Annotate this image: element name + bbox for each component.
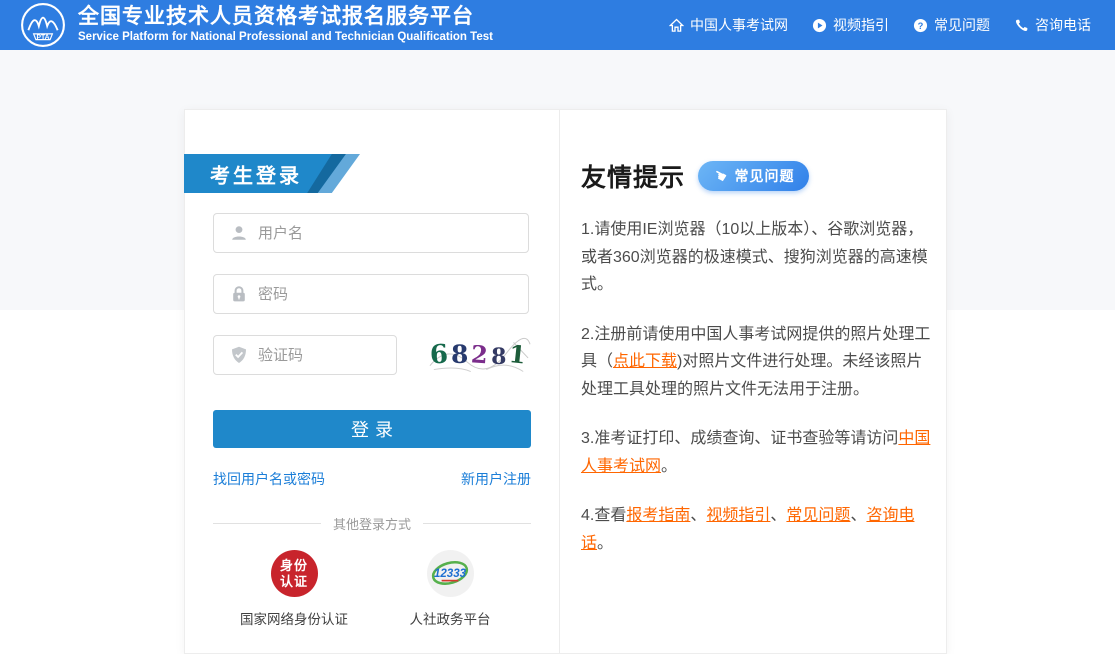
tip-text: 、 xyxy=(850,507,866,524)
tip-text: 、 xyxy=(770,507,786,524)
tip-item-4: 4.查看报考指南、视频指引、常见问题、咨询电话。 xyxy=(581,502,933,557)
register-link[interactable]: 新用户注册 xyxy=(461,469,531,489)
nav-item-label: 常见问题 xyxy=(934,15,990,35)
nav-item-label: 咨询电话 xyxy=(1035,15,1091,35)
nav-item-cpta-site[interactable]: 中国人事考试网 xyxy=(669,15,788,35)
lock-icon xyxy=(229,284,249,304)
divider-line xyxy=(213,523,321,524)
identity-auth-badge[interactable]: 身份 认证 xyxy=(271,550,318,597)
play-icon xyxy=(812,18,827,33)
tip-item-2: 2.注册前请使用中国人事考试网提供的照片处理工具（点此下载)对照片文件进行处理。… xyxy=(581,321,933,404)
tip-item-3: 3.准考证打印、成绩查询、证书查验等请访问中国人事考试网。 xyxy=(581,425,933,480)
badge-12333-text: 12333 xyxy=(434,568,467,580)
tip-text: 。 xyxy=(597,535,613,552)
pta-logo-icon: PTA xyxy=(20,2,66,48)
tip-item-1: 1.请使用IE浏览器（10以上版本）、谷歌浏览器，或者360浏览器的极速模式、搜… xyxy=(581,216,933,299)
tips-panel: 友情提示 ☚ 常见问题 1.请使用IE浏览器（10以上版本）、谷歌浏览器，或者3… xyxy=(559,110,951,653)
user-icon xyxy=(229,223,249,243)
video-guide-link[interactable]: 视频指引 xyxy=(706,507,770,524)
phone-icon xyxy=(1014,18,1029,33)
top-nav: 中国人事考试网 视频指引 ? 常见问题 咨询电话 xyxy=(669,15,1091,35)
other-login-label: 其他登录方式 xyxy=(333,514,411,533)
forgot-credentials-link[interactable]: 找回用户名或密码 xyxy=(213,469,325,489)
captcha-digits: 6 8 2 8 1 xyxy=(430,342,529,368)
method-label: 人社政务平台 xyxy=(410,608,491,628)
login-banner-title: 考生登录 xyxy=(210,159,302,188)
tip-text: 、 xyxy=(690,507,706,524)
faq-pill-label: 常见问题 xyxy=(734,166,794,186)
logo-text: PTA xyxy=(36,34,49,41)
tip-text: 4.查看 xyxy=(581,507,626,524)
svg-text:?: ? xyxy=(918,20,924,30)
login-banner: 考生登录 xyxy=(184,154,360,193)
tip-text: 。 xyxy=(661,458,677,475)
login-links-row: 找回用户名或密码 新用户注册 xyxy=(213,469,531,489)
captcha-image[interactable]: 6 8 2 8 1 xyxy=(428,336,531,374)
faq-link[interactable]: 常见问题 xyxy=(786,507,850,524)
tip-text: 3.准考证打印、成绩查询、证书查验等请访问 xyxy=(581,430,898,447)
captcha-field-wrap xyxy=(213,335,397,375)
captcha-input[interactable] xyxy=(258,347,386,364)
nav-item-faq[interactable]: ? 常见问题 xyxy=(913,15,990,35)
password-field-wrap xyxy=(213,274,529,314)
captcha-digit: 1 xyxy=(508,342,530,368)
captcha-digit: 6 xyxy=(429,341,451,368)
badge-text-line: 身份 xyxy=(280,558,308,574)
other-login-divider: 其他登录方式 xyxy=(213,514,531,533)
method-national-id: 身份 认证 国家网络身份认证 xyxy=(224,550,364,628)
badge-text-line: 认证 xyxy=(280,574,308,590)
tip-text: 1.请使用IE浏览器（10以上版本）、谷歌浏览器，或者360浏览器的极速模式、搜… xyxy=(581,221,928,293)
badge-12333-icon[interactable]: 12333 xyxy=(427,550,474,597)
main-card: 考生登录 xyxy=(184,109,947,654)
divider-line xyxy=(423,523,531,524)
nav-item-hotline[interactable]: 咨询电话 xyxy=(1014,15,1091,35)
exam-guide-link[interactable]: 报考指南 xyxy=(626,507,690,524)
tips-title: 友情提示 xyxy=(581,158,685,194)
nav-item-label: 中国人事考试网 xyxy=(690,15,788,35)
nav-item-label: 视频指引 xyxy=(833,15,889,35)
download-photo-tool-link[interactable]: 点此下载 xyxy=(613,353,677,370)
captcha-row: 6 8 2 8 1 xyxy=(213,335,531,375)
shield-check-icon xyxy=(229,345,249,365)
page-subtitle: Service Platform for National Profession… xyxy=(78,31,493,45)
page-title: 全国专业技术人员资格考试报名服务平台 xyxy=(78,5,493,30)
other-login-methods: 身份 认证 国家网络身份认证 12333 人社政务平台 xyxy=(213,550,531,628)
app-header: PTA 全国专业技术人员资格考试报名服务平台 Service Platform … xyxy=(0,0,1115,50)
method-label: 国家网络身份认证 xyxy=(240,608,348,628)
captcha-digit: 2 xyxy=(471,342,492,367)
login-panel: 考生登录 xyxy=(185,110,559,653)
captcha-digit: 8 xyxy=(491,346,509,368)
password-input[interactable] xyxy=(258,286,518,303)
nav-item-video-guide[interactable]: 视频指引 xyxy=(812,15,889,35)
question-icon: ? xyxy=(913,18,928,33)
method-12333: 12333 人社政务平台 xyxy=(380,550,520,628)
username-input[interactable] xyxy=(258,225,518,242)
home-icon xyxy=(669,18,684,33)
login-button[interactable]: 登录 xyxy=(213,410,531,448)
faq-pill-button[interactable]: ☚ 常见问题 xyxy=(698,161,809,191)
tips-header: 友情提示 ☚ 常见问题 xyxy=(581,158,933,194)
header-titles: 全国专业技术人员资格考试报名服务平台 Service Platform for … xyxy=(78,5,493,44)
captcha-digit: 8 xyxy=(451,342,471,367)
username-field-wrap xyxy=(213,213,529,253)
pointing-hand-icon: ☚ xyxy=(710,166,730,186)
